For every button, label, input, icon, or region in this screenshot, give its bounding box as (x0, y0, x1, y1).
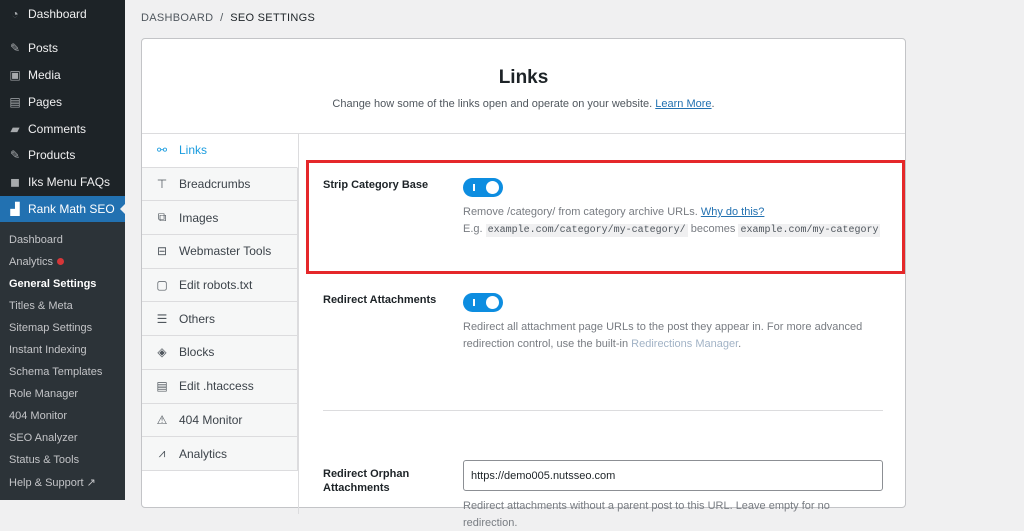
rank-math-submenu: Dashboard Analytics General Settings Tit… (0, 222, 125, 500)
tab-others[interactable]: ☰ Others (142, 302, 298, 337)
panel-header: Links Change how some of the links open … (142, 39, 905, 134)
comment-icon: ▰ (10, 122, 20, 136)
faq-icon: ◼ (10, 175, 20, 189)
submenu-seo-analyzer[interactable]: SEO Analyzer (9, 432, 77, 444)
menu-pages[interactable]: ▤ Pages (0, 89, 125, 115)
orphan-redirect-input[interactable] (463, 460, 883, 491)
list-circle-icon: ☰ (156, 311, 168, 326)
notification-dot (57, 258, 65, 265)
redirections-manager-link[interactable]: Redirections Manager (631, 338, 738, 350)
submenu-dashboard[interactable]: Dashboard (9, 234, 63, 246)
pin-icon: ✎ (9, 41, 21, 55)
document-icon: ▤ (156, 379, 168, 394)
admin-sidebar: ◔ Dashboard ✎ Posts ▣ Media ▤ Pages ▰ Comment… (0, 0, 125, 500)
menu-comments[interactable]: ▰ Comments (0, 116, 125, 142)
submenu-instant-indexing[interactable]: Instant Indexing (9, 344, 87, 356)
pin-icon: ✎ (9, 148, 21, 162)
learn-more-link[interactable]: Learn More (655, 98, 711, 110)
tab-blocks[interactable]: ◈ Blocks (142, 336, 298, 370)
page-title: Links (498, 67, 549, 88)
breadcrumb-current: SEO SETTINGS (230, 12, 316, 24)
submenu-help[interactable]: Help & Support ↗ (9, 476, 96, 489)
highlight-box (306, 160, 905, 274)
menu-rank-math[interactable]: ▟ Rank Math SEO (0, 196, 125, 222)
link-icon: ⚯ (156, 143, 168, 158)
blocks-icon: ◈ (157, 345, 167, 360)
breadcrumb-root[interactable]: DASHBOARD (141, 12, 213, 24)
submenu-sitemap[interactable]: Sitemap Settings (9, 322, 92, 334)
divider (323, 410, 883, 411)
chart-icon: ⩘ (158, 446, 166, 461)
breadcrumb: DASHBOARD / SEO SETTINGS (141, 12, 316, 24)
rank-math-icon: ▟ (10, 202, 20, 216)
redirect-attachments-toggle[interactable] (463, 293, 503, 312)
images-icon: ⧉ (157, 210, 167, 225)
menu-dashboard[interactable]: ◔ Dashboard (0, 1, 125, 27)
submenu-general-settings[interactable]: General Settings (9, 278, 96, 290)
dashboard-icon: ◔ (11, 7, 19, 21)
toolbox-icon: ⊟ (156, 244, 168, 259)
file-icon: ▢ (156, 278, 168, 293)
tab-edit-robots[interactable]: ▢ Edit robots.txt (142, 268, 298, 303)
submenu-analytics[interactable]: Analytics (9, 256, 65, 268)
tab-404-monitor[interactable]: ⚠ 404 Monitor (142, 403, 298, 438)
menu-iks-faqs[interactable]: ◼ Iks Menu FAQs (0, 169, 125, 195)
media-icon: ▣ (9, 68, 21, 82)
menu-posts[interactable]: ✎ Posts (0, 35, 125, 61)
menu-products[interactable]: ✎ Products (0, 142, 125, 168)
submenu-role-manager[interactable]: Role Manager (9, 388, 78, 400)
submenu-status-tools[interactable]: Status & Tools (9, 454, 79, 466)
external-link-icon: ↗ (86, 477, 96, 489)
page-description: Change how some of the links open and op… (332, 98, 715, 110)
settings-tabs: ⚯ Links ⊤ Breadcrumbs ⧉ Images ⊟ Webmaster T… (142, 134, 298, 471)
tab-images[interactable]: ⧉ Images (142, 201, 298, 236)
submenu-schema[interactable]: Schema Templates (9, 366, 102, 378)
signpost-icon: ⊤ (156, 177, 168, 192)
warning-icon: ⚠ (156, 412, 168, 427)
tab-breadcrumbs[interactable]: ⊤ Breadcrumbs (142, 167, 298, 202)
tab-webmaster-tools[interactable]: ⊟ Webmaster Tools (142, 235, 298, 269)
tab-edit-htaccess[interactable]: ▤ Edit .htaccess (142, 369, 298, 404)
submenu-titles-meta[interactable]: Titles & Meta (9, 300, 73, 312)
tab-analytics[interactable]: ⩘ Analytics (142, 437, 298, 471)
menu-media[interactable]: ▣ Media (0, 62, 125, 88)
tab-links[interactable]: ⚯ Links (142, 134, 298, 168)
submenu-404-monitor[interactable]: 404 Monitor (9, 410, 67, 422)
pages-icon: ▤ (9, 95, 21, 109)
